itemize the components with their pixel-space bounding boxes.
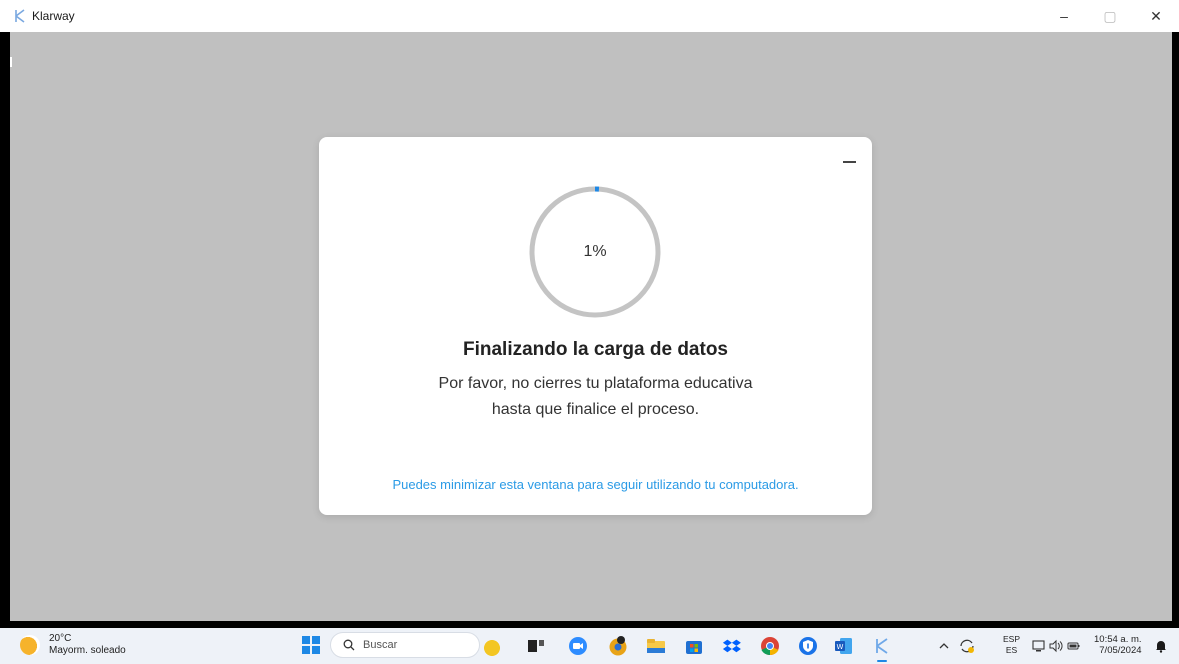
taskbar: 20°C Mayorm. soleado Buscar W ESP ES 10:… (0, 628, 1179, 664)
input-language-indicator[interactable]: ESP ES (1003, 634, 1020, 656)
taskbar-search[interactable]: Buscar (330, 632, 480, 658)
search-placeholder: Buscar (363, 639, 398, 651)
language-code: ESP (1003, 634, 1021, 644)
file-explorer-icon[interactable] (646, 636, 666, 656)
taskbar-clock[interactable]: 10:54 a. m. 7/05/2024 (1094, 634, 1142, 656)
dialog-message-line-1: Por favor, no cierres tu plataforma educ… (438, 375, 753, 392)
window-controls: – ▢ ✕ (1041, 0, 1179, 32)
weather-temp: 20°C (49, 633, 72, 644)
task-view-icon[interactable] (526, 636, 546, 656)
window-title: Klarway (32, 9, 75, 23)
progress-percent: 1% (583, 243, 607, 260)
volume-icon (1049, 639, 1063, 653)
app-backdrop: 1% Finalizando la carga de datos Por fav… (10, 32, 1172, 621)
window-maximize-button[interactable]: ▢ (1087, 0, 1133, 32)
app-edge-mark (10, 57, 12, 67)
duck-app-icon[interactable] (482, 636, 502, 656)
klarway-icon[interactable] (872, 636, 892, 662)
word-icon[interactable]: W (834, 636, 854, 656)
shield-app-icon[interactable] (798, 636, 818, 656)
windows-logo-icon (302, 636, 310, 644)
clock-date: 7/05/2024 (1099, 645, 1142, 656)
window-titlebar: Klarway – ▢ ✕ (0, 0, 1179, 32)
dialog-minimize-button[interactable] (842, 155, 856, 169)
dialog-title: Finalizando la carga de datos (462, 339, 728, 360)
svg-text:W: W (837, 643, 844, 651)
upload-progress-dialog: 1% Finalizando la carga de datos Por fav… (319, 137, 872, 515)
store-icon[interactable] (684, 636, 704, 656)
keyboard-layout: ES (1005, 645, 1018, 655)
dropbox-icon[interactable] (722, 636, 742, 656)
dialog-message-line-2: hasta que finalice el proceso. (491, 401, 700, 418)
notification-bell-icon[interactable] (1154, 639, 1168, 653)
window-close-button[interactable]: ✕ (1133, 0, 1179, 32)
search-icon (343, 639, 355, 651)
weather-widget[interactable]: 20°C Mayorm. soleado (20, 633, 126, 657)
klarway-logo-icon (15, 9, 25, 23)
chrome-icon[interactable] (760, 636, 780, 656)
weather-desc: Mayorm. soleado (49, 645, 126, 656)
network-icon (1032, 640, 1045, 652)
minimize-hint: Puedes minimizar esta ventana para segui… (392, 477, 799, 492)
weather-sun-icon (20, 635, 40, 655)
battery-icon (1067, 642, 1080, 650)
sync-status-icon[interactable] (958, 637, 976, 655)
tray-overflow-chevron-icon[interactable] (936, 638, 952, 654)
start-button[interactable] (302, 636, 320, 654)
system-tray-status[interactable] (1032, 638, 1082, 654)
dialog-message: Por favor, no cierres tu plataforma educ… (319, 371, 872, 423)
chrome-canary-icon[interactable] (608, 636, 628, 656)
window-minimize-button[interactable]: – (1041, 0, 1087, 32)
clock-time: 10:54 a. m. (1094, 634, 1142, 645)
zoom-icon[interactable] (568, 636, 588, 656)
minimize-icon (842, 161, 856, 163)
